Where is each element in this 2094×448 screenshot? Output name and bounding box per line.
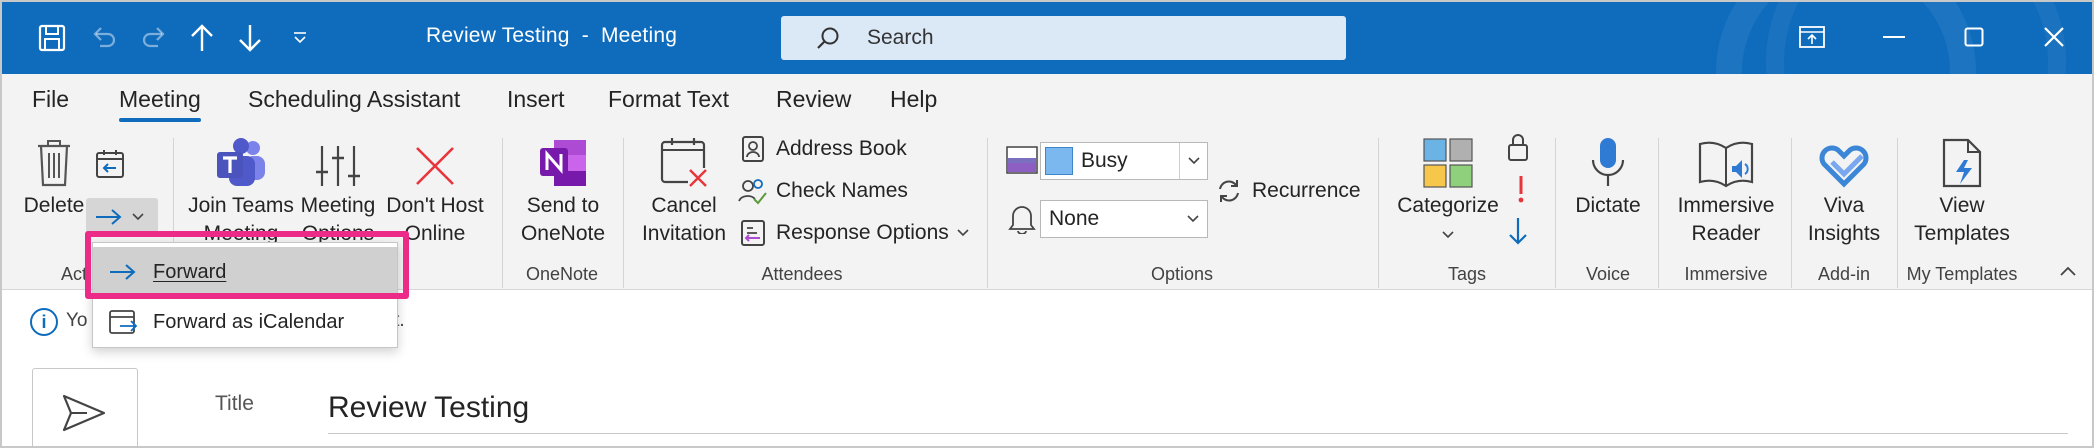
info-text-left: Yo: [66, 310, 88, 331]
outlook-meeting-window: Review Testing - Meeting File Meeting Sc…: [0, 0, 2094, 448]
chevron-down-icon[interactable]: [1179, 143, 1207, 179]
tab-review[interactable]: Review: [776, 78, 851, 120]
arrow-down-icon[interactable]: [228, 18, 272, 58]
ribbon-tabs: File Meeting Scheduling Assistant Insert…: [2, 74, 2092, 130]
tab-insert[interactable]: Insert: [507, 78, 565, 120]
dont-host-online-button[interactable]: Don't Host Online: [382, 134, 488, 248]
tab-file[interactable]: File: [32, 78, 69, 120]
minimize-button[interactable]: [1864, 14, 1924, 60]
save-icon[interactable]: [30, 18, 74, 58]
calendar-cancel-icon: [636, 134, 732, 188]
reminder-select[interactable]: None: [1040, 200, 1208, 238]
red-x-icon: [382, 134, 488, 188]
tab-scheduling-assistant[interactable]: Scheduling Assistant: [248, 78, 460, 120]
send-to-onenote-button[interactable]: Send to OneNote: [516, 134, 610, 248]
onenote-icon: [516, 134, 610, 188]
close-button[interactable]: [2024, 14, 2084, 60]
teams-icon: [186, 134, 296, 188]
tab-help[interactable]: Help: [890, 78, 937, 120]
forward-menu: Forward Forward as iCalendar: [92, 242, 398, 348]
arrow-up-icon[interactable]: [180, 18, 224, 58]
undo-icon[interactable]: [82, 18, 126, 58]
microphone-icon: [1568, 134, 1648, 188]
check-names-icon: [738, 176, 768, 206]
window-title: Review Testing - Meeting: [426, 24, 678, 47]
calendar-forward-icon: [93, 308, 153, 336]
chevron-down-icon[interactable]: [1179, 201, 1207, 237]
show-as-color-icon: [1006, 146, 1038, 174]
group-label-options: Options: [1150, 264, 1214, 284]
calendar-forward-icon[interactable]: [94, 148, 128, 182]
maximize-button[interactable]: [1944, 14, 2004, 60]
chevron-down-icon: [1442, 231, 1454, 239]
group-label-onenote: OneNote: [525, 264, 599, 284]
join-teams-meeting-button[interactable]: Join Teams Meeting: [186, 134, 296, 248]
send-icon: [62, 394, 106, 432]
sliders-icon: [298, 134, 378, 188]
search-icon: [817, 27, 839, 49]
high-importance-icon[interactable]: [1506, 174, 1536, 208]
group-label-attendees: Attendees: [761, 264, 843, 284]
group-label-my-templates: My Templates: [1906, 264, 2018, 284]
immersive-reader-button[interactable]: Immersive Reader: [1670, 134, 1782, 248]
tab-format-text[interactable]: Format Text: [608, 78, 729, 120]
redo-icon[interactable]: [132, 18, 176, 58]
reminder-bell-icon: [1008, 202, 1038, 235]
title-bar: Review Testing - Meeting: [2, 2, 2092, 74]
trash-icon: [22, 134, 86, 188]
forward-split-button[interactable]: [86, 198, 158, 236]
private-lock-icon[interactable]: [1506, 132, 1536, 166]
delete-button[interactable]: Delete: [22, 134, 86, 220]
response-options-button[interactable]: Response Options: [738, 216, 969, 250]
customize-toolbar-icon[interactable]: [282, 18, 318, 58]
recurrence-icon: [1214, 176, 1244, 206]
title-input[interactable]: [328, 382, 2068, 434]
info-icon: i: [30, 308, 58, 336]
cancel-invitation-button[interactable]: Cancel Invitation: [636, 134, 732, 248]
chevron-down-icon: [957, 229, 969, 237]
low-importance-icon[interactable]: [1506, 216, 1536, 250]
address-book-button[interactable]: Address Book: [738, 132, 907, 166]
chevron-down-icon: [132, 213, 144, 221]
meeting-options-button[interactable]: Meeting Options: [298, 134, 378, 248]
group-label-actions: Act: [60, 264, 87, 284]
menu-item-forward[interactable]: Forward: [93, 247, 397, 297]
recurrence-button[interactable]: Recurrence: [1214, 174, 1361, 208]
group-label-voice: Voice: [1585, 264, 1631, 284]
check-names-button[interactable]: Check Names: [738, 174, 908, 208]
busy-color-swatch: [1045, 147, 1073, 175]
group-label-tags: Tags: [1447, 264, 1487, 284]
group-label-add-in: Add-in: [1817, 264, 1871, 284]
viva-insights-icon: [1798, 134, 1890, 188]
categorize-icon: [1392, 134, 1504, 188]
address-book-icon: [738, 134, 768, 164]
collapse-ribbon-icon[interactable]: [2058, 264, 2084, 284]
view-templates-button[interactable]: View Templates: [1906, 134, 2018, 248]
categorize-button[interactable]: Categorize: [1392, 134, 1504, 248]
search-box[interactable]: [781, 16, 1346, 60]
templates-icon: [1906, 134, 2018, 188]
forward-arrow-icon: [96, 209, 122, 225]
tab-meeting[interactable]: Meeting: [119, 78, 201, 122]
response-options-icon: [738, 218, 768, 248]
coming-soon-icon[interactable]: [1782, 14, 1842, 60]
search-input[interactable]: [865, 22, 1325, 54]
menu-item-forward-icalendar[interactable]: Forward as iCalendar: [93, 297, 397, 347]
forward-arrow-icon: [93, 262, 153, 282]
immersive-reader-icon: [1670, 134, 1782, 188]
title-label: Title: [215, 392, 254, 415]
group-label-immersive: Immersive: [1684, 264, 1768, 284]
send-button[interactable]: [32, 368, 138, 446]
dictate-button[interactable]: Dictate: [1568, 134, 1648, 220]
viva-insights-button[interactable]: Viva Insights: [1798, 134, 1890, 248]
show-as-select[interactable]: Busy: [1040, 142, 1208, 180]
